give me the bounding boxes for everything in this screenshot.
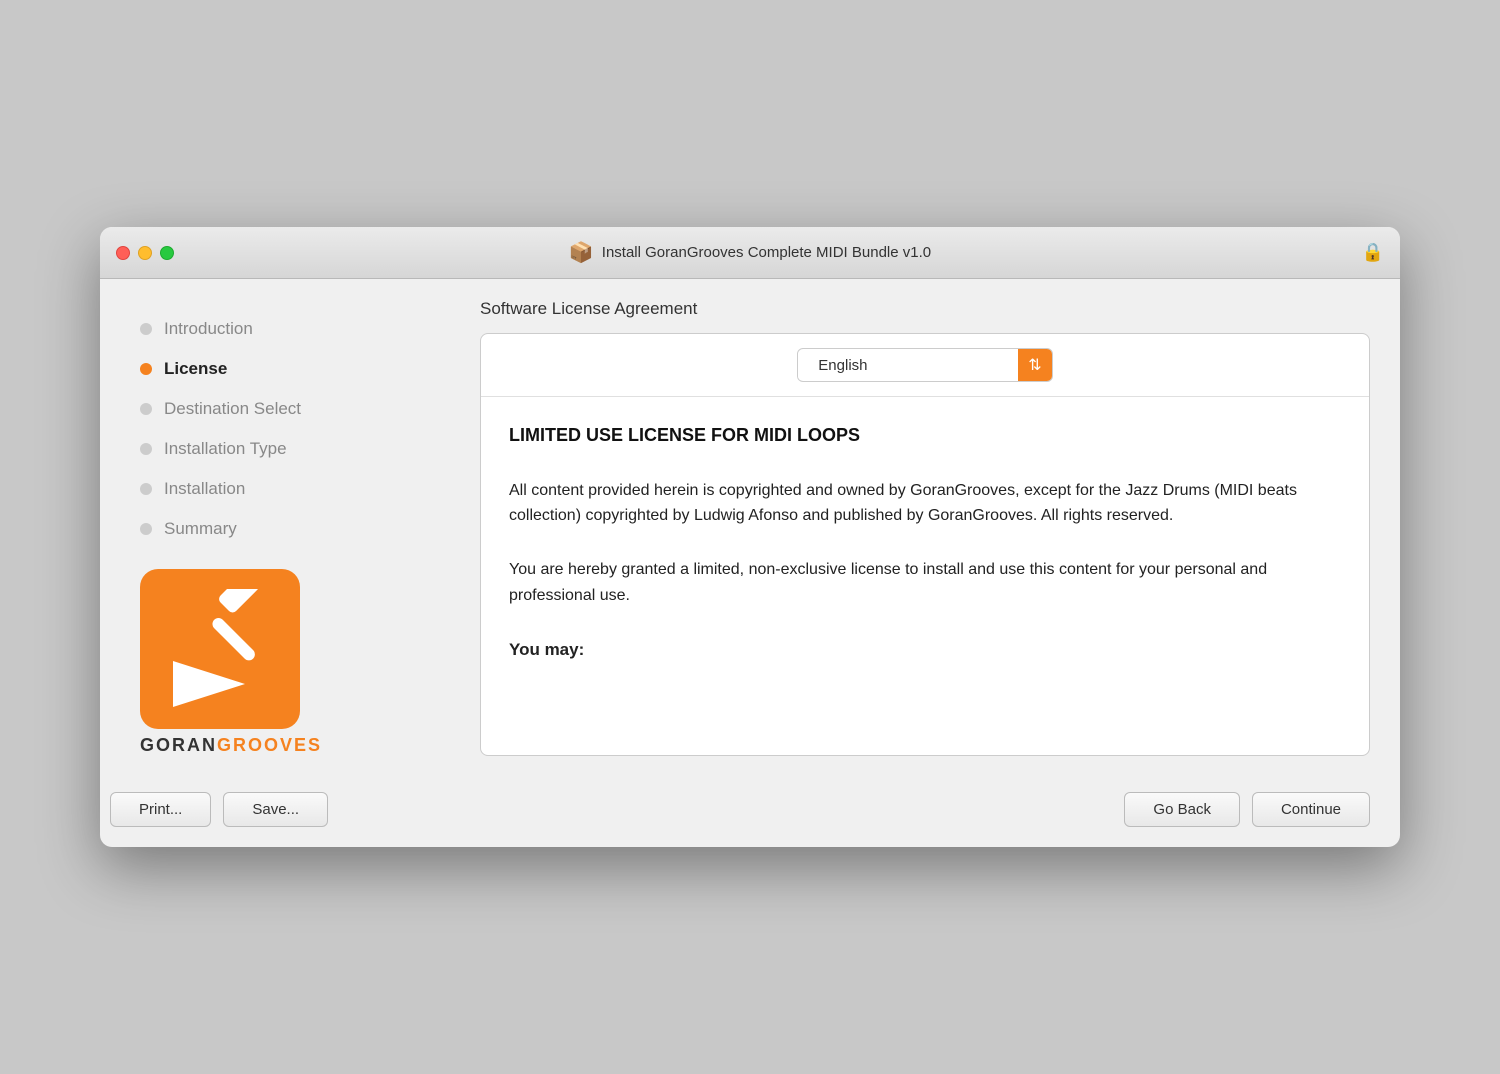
license-panel: English ⇅ LIMITED USE LICENSE FOR MIDI L…	[480, 333, 1370, 756]
minimize-button[interactable]	[138, 246, 152, 260]
nav-dot-installation	[140, 483, 152, 495]
maximize-button[interactable]	[160, 246, 174, 260]
language-label: English	[798, 351, 1018, 380]
go-back-button[interactable]: Go Back	[1124, 792, 1240, 827]
logo-box	[140, 569, 300, 729]
sidebar-label-introduction: Introduction	[164, 319, 253, 339]
license-subheading: You may:	[509, 636, 1341, 663]
license-heading: LIMITED USE LICENSE FOR MIDI LOOPS	[509, 421, 1341, 450]
logo-text: GORANGROOVES	[140, 735, 322, 756]
sidebar-item-summary[interactable]: Summary	[140, 509, 450, 549]
nav-dot-installation-type	[140, 443, 152, 455]
sidebar-item-introduction[interactable]: Introduction	[140, 309, 450, 349]
title-icon: 📦	[569, 240, 594, 265]
license-text-area[interactable]: LIMITED USE LICENSE FOR MIDI LOOPS All c…	[481, 397, 1369, 755]
sidebar-label-installation: Installation	[164, 479, 245, 499]
nav-dot-license	[140, 363, 152, 375]
traffic-lights	[116, 246, 174, 260]
section-title: Software License Agreement	[480, 299, 1370, 319]
sidebar-label-summary: Summary	[164, 519, 237, 539]
nav-dot-summary	[140, 523, 152, 535]
lock-icon: 🔒	[1362, 242, 1384, 263]
sidebar: Introduction License Destination Select …	[100, 279, 470, 776]
title-text: Install GoranGrooves Complete MIDI Bundl…	[602, 244, 931, 261]
language-arrow-icon[interactable]: ⇅	[1018, 349, 1051, 381]
sidebar-label-installation-type: Installation Type	[164, 439, 287, 459]
license-paragraph-1: All content provided herein is copyright…	[509, 478, 1341, 529]
content-area: Software License Agreement English ⇅ LIM…	[470, 279, 1400, 776]
sidebar-item-installation-type[interactable]: Installation Type	[140, 429, 450, 469]
continue-button[interactable]: Continue	[1252, 792, 1370, 827]
language-bar: English ⇅	[481, 334, 1369, 397]
license-paragraph-2: You are hereby granted a limited, non-ex…	[509, 557, 1341, 608]
save-button[interactable]: Save...	[223, 792, 328, 827]
main-content: Introduction License Destination Select …	[100, 279, 1400, 776]
sidebar-item-installation[interactable]: Installation	[140, 469, 450, 509]
print-button[interactable]: Print...	[110, 792, 211, 827]
sidebar-label-license: License	[164, 359, 227, 379]
nav-dot-introduction	[140, 323, 152, 335]
sidebar-item-license[interactable]: License	[140, 349, 450, 389]
titlebar: 📦 Install GoranGrooves Complete MIDI Bun…	[100, 227, 1400, 279]
close-button[interactable]	[116, 246, 130, 260]
nav-dot-destination	[140, 403, 152, 415]
language-select[interactable]: English ⇅	[797, 348, 1052, 382]
bottom-bar: Print... Save... Go Back Continue	[100, 776, 1400, 847]
sidebar-logo: GORANGROOVES	[140, 569, 450, 756]
sidebar-item-destination-select[interactable]: Destination Select	[140, 389, 450, 429]
sidebar-label-destination: Destination Select	[164, 399, 301, 419]
window-title: 📦 Install GoranGrooves Complete MIDI Bun…	[569, 240, 931, 265]
installer-window: 📦 Install GoranGrooves Complete MIDI Bun…	[100, 227, 1400, 847]
sidebar-nav: Introduction License Destination Select …	[140, 309, 450, 549]
